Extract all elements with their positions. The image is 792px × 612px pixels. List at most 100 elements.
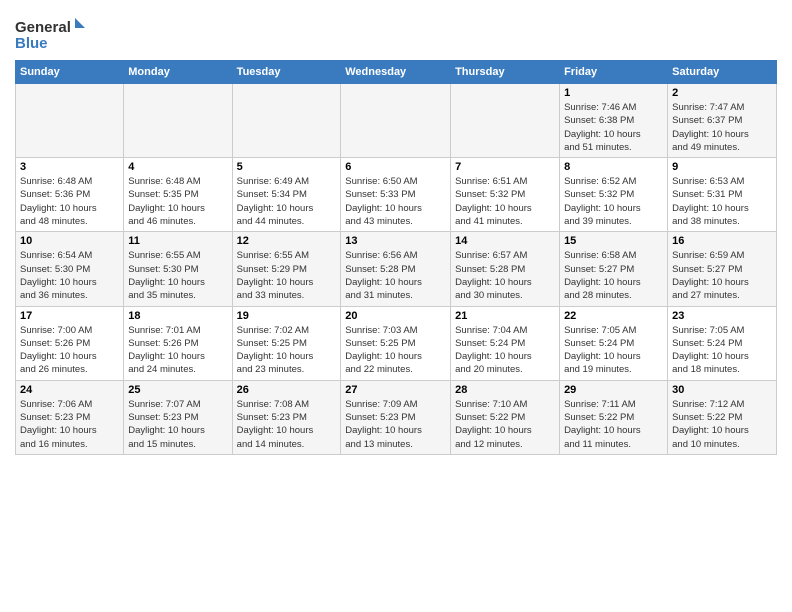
day-number: 6 — [345, 161, 446, 173]
calendar-day-cell: 16 Sunrise: 6:59 AM Sunset: 5:27 PM Dayli… — [668, 232, 777, 306]
day-of-week-header: Wednesday — [341, 61, 451, 84]
day-number: 19 — [237, 310, 337, 322]
calendar-day-cell: 11 Sunrise: 6:55 AM Sunset: 5:30 PM Dayli… — [124, 232, 232, 306]
day-number: 15 — [564, 235, 663, 247]
calendar-day-cell: 14 Sunrise: 6:57 AM Sunset: 5:28 PM Dayli… — [451, 232, 560, 306]
calendar-day-cell: 13 Sunrise: 6:56 AM Sunset: 5:28 PM Dayli… — [341, 232, 451, 306]
day-number: 4 — [128, 161, 227, 173]
day-number: 9 — [672, 161, 772, 173]
calendar-day-cell: 2 Sunrise: 7:47 AM Sunset: 6:37 PM Daylig… — [668, 84, 777, 158]
day-info: Sunrise: 7:01 AM Sunset: 5:26 PM Dayligh… — [128, 324, 227, 377]
calendar-body: 1Sunrise: 7:46 AM Sunset: 6:38 PM Daylig… — [16, 84, 777, 455]
calendar-day-cell: 29 Sunrise: 7:11 AM Sunset: 5:22 PM Dayli… — [560, 380, 668, 454]
calendar-day-cell — [341, 84, 451, 158]
page-header: General Blue — [15, 10, 777, 52]
day-number: 21 — [455, 310, 555, 322]
day-of-week-header: Monday — [124, 61, 232, 84]
day-number: 18 — [128, 310, 227, 322]
day-of-week-header: Saturday — [668, 61, 777, 84]
day-number: 16 — [672, 235, 772, 247]
calendar-day-cell — [124, 84, 232, 158]
logo: General Blue — [15, 14, 85, 52]
day-info: Sunrise: 7:05 AM Sunset: 5:24 PM Dayligh… — [564, 324, 663, 377]
day-info: Sunrise: 7:47 AM Sunset: 6:37 PM Dayligh… — [672, 101, 772, 154]
calendar-day-cell: 22 Sunrise: 7:05 AM Sunset: 5:24 PM Dayli… — [560, 306, 668, 380]
calendar-day-cell: 7Sunrise: 6:51 AM Sunset: 5:32 PM Daylig… — [451, 158, 560, 232]
svg-text:General: General — [15, 19, 71, 36]
calendar-day-cell: 18 Sunrise: 7:01 AM Sunset: 5:26 PM Dayli… — [124, 306, 232, 380]
day-info: Sunrise: 6:57 AM Sunset: 5:28 PM Dayligh… — [455, 249, 555, 302]
day-number: 26 — [237, 384, 337, 396]
day-info: Sunrise: 6:58 AM Sunset: 5:27 PM Dayligh… — [564, 249, 663, 302]
calendar-day-cell: 27Sunrise: 7:09 AM Sunset: 5:23 PM Dayli… — [341, 380, 451, 454]
calendar-week-row: 1Sunrise: 7:46 AM Sunset: 6:38 PM Daylig… — [16, 84, 777, 158]
day-info: Sunrise: 7:08 AM Sunset: 5:23 PM Dayligh… — [237, 398, 337, 451]
logo-icon: General Blue — [15, 14, 85, 52]
calendar-day-cell: 20 Sunrise: 7:03 AM Sunset: 5:25 PM Dayli… — [341, 306, 451, 380]
day-number: 13 — [345, 235, 446, 247]
day-info: Sunrise: 6:55 AM Sunset: 5:29 PM Dayligh… — [237, 249, 337, 302]
day-info: Sunrise: 6:52 AM Sunset: 5:32 PM Dayligh… — [564, 175, 663, 228]
calendar-day-cell: 26 Sunrise: 7:08 AM Sunset: 5:23 PM Dayli… — [232, 380, 341, 454]
day-number: 7 — [455, 161, 555, 173]
calendar-day-cell: 17Sunrise: 7:00 AM Sunset: 5:26 PM Dayli… — [16, 306, 124, 380]
day-info: Sunrise: 6:54 AM Sunset: 5:30 PM Dayligh… — [20, 249, 119, 302]
calendar-week-row: 3 Sunrise: 6:48 AM Sunset: 5:36 PM Daylig… — [16, 158, 777, 232]
day-info: Sunrise: 6:55 AM Sunset: 5:30 PM Dayligh… — [128, 249, 227, 302]
svg-text:Blue: Blue — [15, 35, 48, 52]
day-of-week-header: Sunday — [16, 61, 124, 84]
day-info: Sunrise: 6:53 AM Sunset: 5:31 PM Dayligh… — [672, 175, 772, 228]
day-of-week-header: Friday — [560, 61, 668, 84]
calendar-day-cell: 21 Sunrise: 7:04 AM Sunset: 5:24 PM Dayli… — [451, 306, 560, 380]
day-number: 30 — [672, 384, 772, 396]
day-info: Sunrise: 7:11 AM Sunset: 5:22 PM Dayligh… — [564, 398, 663, 451]
calendar-day-cell — [451, 84, 560, 158]
day-info: Sunrise: 6:48 AM Sunset: 5:36 PM Dayligh… — [20, 175, 119, 228]
day-info: Sunrise: 7:05 AM Sunset: 5:24 PM Dayligh… — [672, 324, 772, 377]
day-info: Sunrise: 7:07 AM Sunset: 5:23 PM Dayligh… — [128, 398, 227, 451]
calendar-day-cell: 5Sunrise: 6:49 AM Sunset: 5:34 PM Daylig… — [232, 158, 341, 232]
day-info: Sunrise: 7:09 AM Sunset: 5:23 PM Dayligh… — [345, 398, 446, 451]
calendar-day-cell — [232, 84, 341, 158]
calendar-week-row: 17Sunrise: 7:00 AM Sunset: 5:26 PM Dayli… — [16, 306, 777, 380]
day-info: Sunrise: 6:59 AM Sunset: 5:27 PM Dayligh… — [672, 249, 772, 302]
calendar-day-cell: 10 Sunrise: 6:54 AM Sunset: 5:30 PM Dayli… — [16, 232, 124, 306]
day-of-week-header: Thursday — [451, 61, 560, 84]
day-number: 22 — [564, 310, 663, 322]
day-of-week-header: Tuesday — [232, 61, 341, 84]
day-number: 24 — [20, 384, 119, 396]
day-info: Sunrise: 6:48 AM Sunset: 5:35 PM Dayligh… — [128, 175, 227, 228]
calendar-day-cell: 9 Sunrise: 6:53 AM Sunset: 5:31 PM Daylig… — [668, 158, 777, 232]
day-info: Sunrise: 7:12 AM Sunset: 5:22 PM Dayligh… — [672, 398, 772, 451]
day-number: 25 — [128, 384, 227, 396]
calendar-day-cell: 24 Sunrise: 7:06 AM Sunset: 5:23 PM Dayli… — [16, 380, 124, 454]
calendar-day-cell: 12Sunrise: 6:55 AM Sunset: 5:29 PM Dayli… — [232, 232, 341, 306]
day-info: Sunrise: 7:02 AM Sunset: 5:25 PM Dayligh… — [237, 324, 337, 377]
day-number: 29 — [564, 384, 663, 396]
day-number: 20 — [345, 310, 446, 322]
calendar-day-cell: 15 Sunrise: 6:58 AM Sunset: 5:27 PM Dayli… — [560, 232, 668, 306]
day-info: Sunrise: 7:06 AM Sunset: 5:23 PM Dayligh… — [20, 398, 119, 451]
day-number: 14 — [455, 235, 555, 247]
day-number: 11 — [128, 235, 227, 247]
day-info: Sunrise: 7:04 AM Sunset: 5:24 PM Dayligh… — [455, 324, 555, 377]
day-number: 28 — [455, 384, 555, 396]
calendar-day-cell: 3 Sunrise: 6:48 AM Sunset: 5:36 PM Daylig… — [16, 158, 124, 232]
day-number: 23 — [672, 310, 772, 322]
calendar-week-row: 10 Sunrise: 6:54 AM Sunset: 5:30 PM Dayli… — [16, 232, 777, 306]
calendar-day-cell — [16, 84, 124, 158]
day-number: 3 — [20, 161, 119, 173]
calendar-day-cell: 23 Sunrise: 7:05 AM Sunset: 5:24 PM Dayli… — [668, 306, 777, 380]
calendar-day-cell: 30 Sunrise: 7:12 AM Sunset: 5:22 PM Dayli… — [668, 380, 777, 454]
day-number: 2 — [672, 87, 772, 99]
day-info: Sunrise: 6:56 AM Sunset: 5:28 PM Dayligh… — [345, 249, 446, 302]
day-info: Sunrise: 7:03 AM Sunset: 5:25 PM Dayligh… — [345, 324, 446, 377]
calendar-day-cell: 28Sunrise: 7:10 AM Sunset: 5:22 PM Dayli… — [451, 380, 560, 454]
day-info: Sunrise: 7:00 AM Sunset: 5:26 PM Dayligh… — [20, 324, 119, 377]
day-info: Sunrise: 6:50 AM Sunset: 5:33 PM Dayligh… — [345, 175, 446, 228]
day-info: Sunrise: 6:49 AM Sunset: 5:34 PM Dayligh… — [237, 175, 337, 228]
calendar-day-cell: 6 Sunrise: 6:50 AM Sunset: 5:33 PM Daylig… — [341, 158, 451, 232]
calendar-day-cell: 25 Sunrise: 7:07 AM Sunset: 5:23 PM Dayli… — [124, 380, 232, 454]
day-number: 8 — [564, 161, 663, 173]
day-number: 10 — [20, 235, 119, 247]
